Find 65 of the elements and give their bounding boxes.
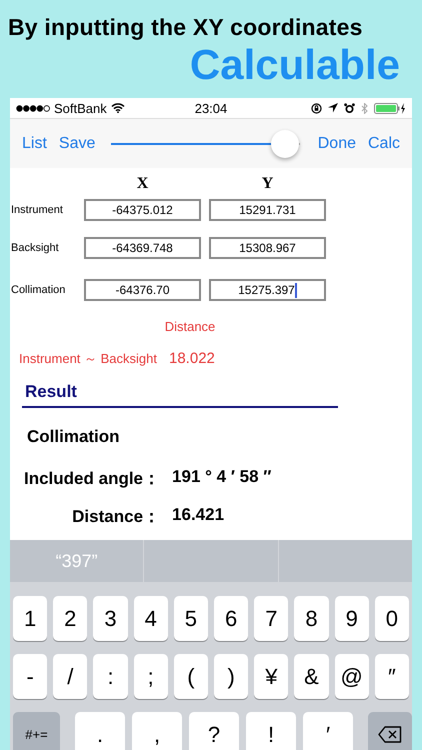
keyboard-key[interactable]: 8 <box>294 596 329 641</box>
keyboard-key[interactable]: & <box>294 654 329 699</box>
result-value: 191 ° 4 ′ 58 ″ <box>172 467 272 488</box>
keyboard-key[interactable]: 6 <box>214 596 248 641</box>
column-header: Y <box>262 175 274 192</box>
bluetooth-icon <box>361 102 368 114</box>
keyboard-key[interactable]: 4 <box>134 596 168 641</box>
keyboard-key[interactable]: / <box>53 654 88 699</box>
coordinate-field[interactable]: -64375.012 <box>84 199 201 221</box>
carrier-name: SoftBank <box>54 100 107 116</box>
keyboard-key[interactable]: 0 <box>374 596 410 641</box>
keyboard-key[interactable]: : <box>93 654 128 699</box>
keyboard-key[interactable]: ; <box>134 654 168 699</box>
coordinate-field[interactable]: 15291.731 <box>209 199 326 221</box>
keyboard-key[interactable]: . <box>75 712 125 750</box>
alarm-clock-icon <box>344 102 355 114</box>
keyboard-key[interactable]: - <box>13 654 48 699</box>
keyboard-key[interactable]: 5 <box>174 596 208 641</box>
signal-dots-icon <box>16 104 50 112</box>
coordinate-field[interactable]: 15275.397 <box>209 279 326 301</box>
keyboard-key[interactable]: ′ <box>303 712 353 750</box>
keyboard-key[interactable]: 2 <box>53 596 88 641</box>
row-label: Collimation <box>10 284 66 296</box>
slider-track[interactable] <box>111 128 300 158</box>
location-arrow-icon <box>328 103 338 113</box>
column-header: X <box>136 175 148 192</box>
status-time: 23:04 <box>194 100 228 116</box>
keyboard-key[interactable]: 1 <box>13 596 48 641</box>
rotation-lock-icon <box>311 102 322 114</box>
result-label: Included angle： <box>24 468 160 490</box>
result-heading: Result <box>25 382 77 401</box>
delete-key[interactable] <box>368 712 412 750</box>
result-value: 16.421 <box>172 505 226 526</box>
toolbar-button[interactable]: Save <box>52 130 102 156</box>
result-point: Collimation <box>27 427 120 446</box>
toolbar-button[interactable]: List <box>16 130 53 156</box>
toolbar-button[interactable]: Calc <box>362 130 406 156</box>
keyboard-key[interactable]: ( <box>174 654 208 699</box>
battery-charging-icon <box>374 102 406 114</box>
distance-value: 18.022 <box>169 350 215 367</box>
keyboard-key[interactable]: @ <box>334 654 369 699</box>
keyboard-key[interactable]: ″ <box>374 654 410 699</box>
toolbar-button[interactable]: Done <box>312 130 362 156</box>
distance-label: Instrument ～ Backsight <box>19 350 157 368</box>
row-label: Backsight <box>10 242 59 254</box>
coordinate-field[interactable]: -64369.748 <box>84 237 201 259</box>
keyboard-key[interactable]: , <box>132 712 182 750</box>
headline: By inputting the XY coordinates <box>8 14 364 40</box>
keyboard-key[interactable]: ¥ <box>254 654 288 699</box>
result-label: Distance： <box>71 506 160 528</box>
row-label: Instrument <box>10 204 63 216</box>
coordinate-field[interactable]: 15308.967 <box>209 237 326 259</box>
keyboard-key[interactable]: 3 <box>93 596 128 641</box>
backspace-icon <box>378 726 402 743</box>
keyboard-key[interactable]: ! <box>246 712 296 750</box>
distance-heading: Distance <box>164 319 216 334</box>
coordinate-field[interactable]: -64376.70 <box>84 279 201 301</box>
keyboard-key[interactable]: 7 <box>254 596 288 641</box>
keyboard-key[interactable]: 9 <box>334 596 369 641</box>
symbols-key[interactable]: #+= <box>13 712 60 750</box>
title: Calculable <box>190 40 400 90</box>
slider-thumb[interactable] <box>270 130 299 158</box>
keyboard-key[interactable]: ? <box>189 712 239 750</box>
keyboard-key[interactable]: ) <box>214 654 248 699</box>
wifi-icon <box>110 103 125 113</box>
